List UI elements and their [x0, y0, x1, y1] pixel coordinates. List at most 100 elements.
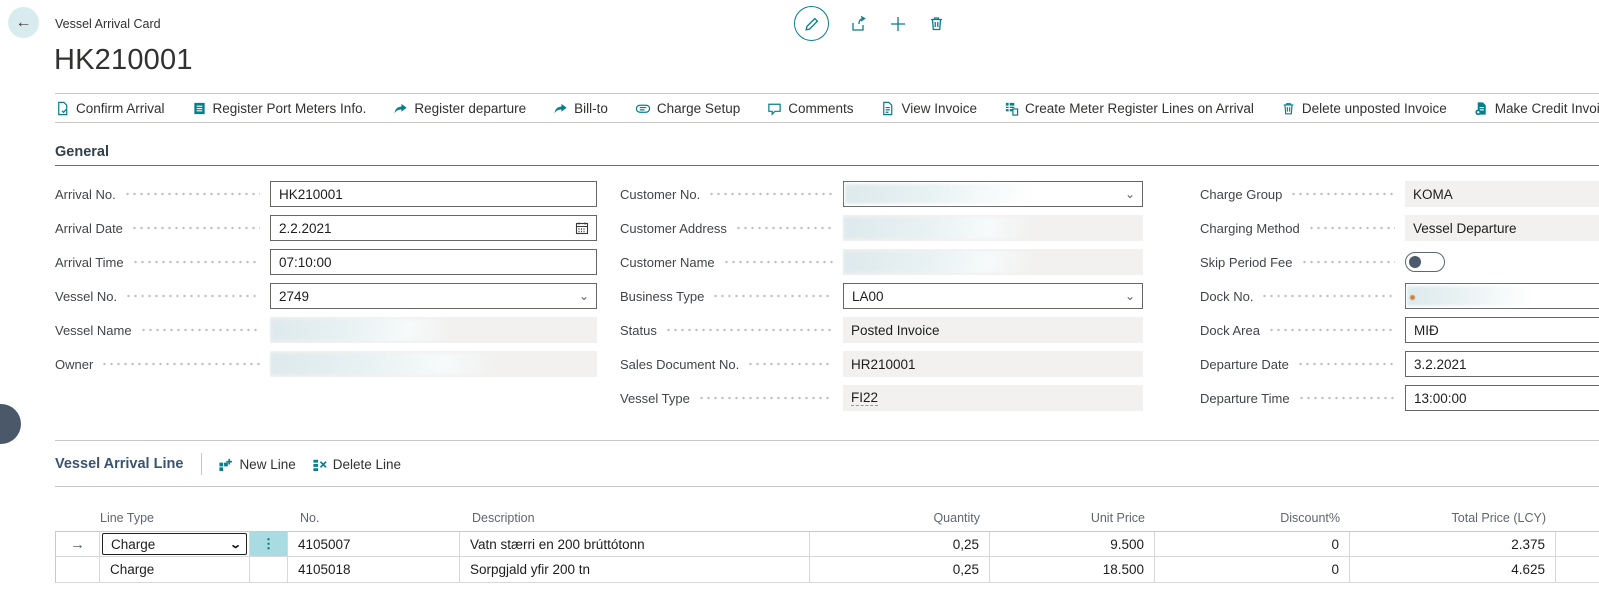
col-spacer	[55, 503, 100, 531]
plus-icon[interactable]	[889, 15, 907, 33]
cell-discount[interactable]: 0	[1155, 557, 1350, 583]
credit-invoice-icon	[1474, 101, 1489, 116]
redacted-value	[271, 319, 451, 341]
dotted-leader	[1290, 191, 1395, 197]
cell-line-type[interactable]: Charge	[100, 557, 250, 583]
action-comments[interactable]: Comments	[767, 101, 853, 116]
cell-description[interactable]: Vatn stærri en 200 brúttótonn	[460, 531, 810, 557]
dotted-leader	[1261, 293, 1395, 299]
chevron-down-icon[interactable]: ⌄	[1125, 187, 1135, 201]
action-bar: Confirm Arrival Register Port Meters Inf…	[55, 93, 1599, 123]
cell-no[interactable]: 4105007	[288, 531, 460, 557]
col-header-no[interactable]: No.	[288, 503, 460, 531]
chevron-down-icon[interactable]: ⌄	[579, 289, 589, 303]
action-confirm-arrival[interactable]: Confirm Arrival	[55, 101, 165, 116]
trash-icon[interactable]	[928, 15, 945, 32]
confirm-arrival-icon	[55, 101, 70, 116]
back-button[interactable]: ←	[8, 7, 39, 38]
dock-no-input[interactable]	[1405, 283, 1599, 309]
action-view-invoice[interactable]: View Invoice	[880, 101, 977, 116]
vessel-name-label: Vessel Name	[55, 323, 132, 338]
action-bill-to[interactable]: Bill-to	[553, 101, 608, 116]
dotted-leader	[1297, 361, 1395, 367]
general-section-heading[interactable]: General	[55, 144, 109, 160]
dotted-leader	[132, 259, 260, 265]
action-register-departure[interactable]: Register departure	[393, 101, 526, 116]
dotted-leader	[698, 395, 833, 401]
arrival-date-input[interactable]: 2.2.2021	[270, 215, 597, 241]
dotted-leader	[1301, 259, 1396, 265]
skip-period-fee-toggle[interactable]	[1405, 252, 1445, 272]
skip-period-fee-control	[1405, 249, 1599, 275]
cell-quantity[interactable]: 0,25	[810, 557, 990, 583]
business-type-dropdown[interactable]: LA00 ⌄	[843, 283, 1143, 309]
create-meter-lines-icon	[1004, 101, 1019, 116]
dotted-leader	[708, 191, 833, 197]
arrival-date-label: Arrival Date	[55, 221, 123, 236]
col-spacer	[250, 503, 288, 531]
cell-quantity[interactable]: 0,25	[810, 531, 990, 557]
cell-description[interactable]: Sorpgjald yfir 200 tn	[460, 557, 810, 583]
redacted-value	[1407, 286, 1532, 306]
action-create-meter-lines[interactable]: Create Meter Register Lines on Arrival	[1004, 101, 1254, 116]
row-menu-button[interactable]	[250, 557, 288, 583]
vessel-type-drilldown-link[interactable]: FI22	[851, 390, 878, 406]
cell-no[interactable]: 4105018	[288, 557, 460, 583]
side-panel-handle[interactable]	[0, 404, 21, 444]
col-header-quantity[interactable]: Quantity	[810, 503, 990, 531]
general-section-rule	[55, 165, 1599, 166]
dock-area-input[interactable]: MIÐ	[1405, 317, 1599, 343]
arrival-time-input[interactable]: 07:10:00	[270, 249, 597, 275]
charging-method-field: Vessel Departure	[1405, 215, 1599, 241]
dotted-leader	[665, 327, 833, 333]
vessel-type-field: FI22	[843, 385, 1143, 411]
col-header-line-type[interactable]: Line Type	[100, 503, 250, 531]
edit-pencil-icon[interactable]	[794, 6, 829, 41]
departure-time-input[interactable]: 13:00:00	[1405, 385, 1599, 411]
line-type-select[interactable]: Charge ⌄	[102, 533, 247, 555]
departure-date-input[interactable]: 3.2.2021	[1405, 351, 1599, 377]
divider	[201, 453, 202, 475]
page-caption: Vessel Arrival Card	[55, 17, 161, 31]
dotted-leader	[131, 225, 260, 231]
col-header-total-price[interactable]: Total Price (LCY)	[1350, 503, 1556, 531]
action-register-port-meters[interactable]: Register Port Meters Info.	[192, 101, 367, 116]
vessel-no-dropdown[interactable]: 2749 ⌄	[270, 283, 597, 309]
bill-to-arrow-icon	[553, 101, 568, 116]
new-line-icon	[218, 457, 233, 472]
col-header-description[interactable]: Description	[460, 503, 810, 531]
row-menu-button[interactable]: ⋮	[250, 531, 288, 557]
action-make-credit-invoice[interactable]: Make Credit Invoice	[1474, 101, 1599, 116]
col-header-unit-price[interactable]: Unit Price	[990, 503, 1155, 531]
row-selector[interactable]	[55, 557, 100, 583]
charge-group-field: KOMA	[1405, 181, 1599, 207]
departure-date-label: Departure Date	[1200, 357, 1289, 372]
cell-unit-price[interactable]: 9.500	[990, 531, 1155, 557]
lines-section-heading[interactable]: Vessel Arrival Line	[55, 456, 183, 472]
arrival-no-input[interactable]: HK210001	[270, 181, 597, 207]
delete-line-button[interactable]: Delete Line	[312, 457, 401, 472]
delete-invoice-icon	[1281, 101, 1296, 116]
dotted-leader	[747, 361, 833, 367]
toggle-knob	[1409, 256, 1421, 268]
new-line-button[interactable]: New Line	[218, 457, 295, 472]
cell-discount[interactable]: 0	[1155, 531, 1350, 557]
customer-no-dropdown[interactable]: ⌄	[843, 181, 1143, 207]
dotted-leader	[735, 225, 833, 231]
cell-total-price[interactable]: 2.375	[1350, 531, 1556, 557]
share-icon[interactable]	[850, 15, 868, 33]
cell-empty	[1556, 531, 1599, 557]
calendar-icon[interactable]	[575, 221, 589, 235]
customer-address-label: Customer Address	[620, 221, 727, 236]
arrival-no-label: Arrival No.	[55, 187, 116, 202]
customer-no-label: Customer No.	[620, 187, 700, 202]
charge-group-label: Charge Group	[1200, 187, 1282, 202]
action-charge-setup[interactable]: Charge Setup	[635, 101, 740, 116]
cell-unit-price[interactable]: 18.500	[990, 557, 1155, 583]
action-delete-unposted-invoice[interactable]: Delete unposted Invoice	[1281, 101, 1447, 116]
sales-document-no-field: HR210001	[843, 351, 1143, 377]
redacted-value	[844, 251, 1034, 273]
cell-total-price[interactable]: 4.625	[1350, 557, 1556, 583]
chevron-down-icon[interactable]: ⌄	[1125, 289, 1135, 303]
col-header-discount[interactable]: Discount%	[1155, 503, 1350, 531]
